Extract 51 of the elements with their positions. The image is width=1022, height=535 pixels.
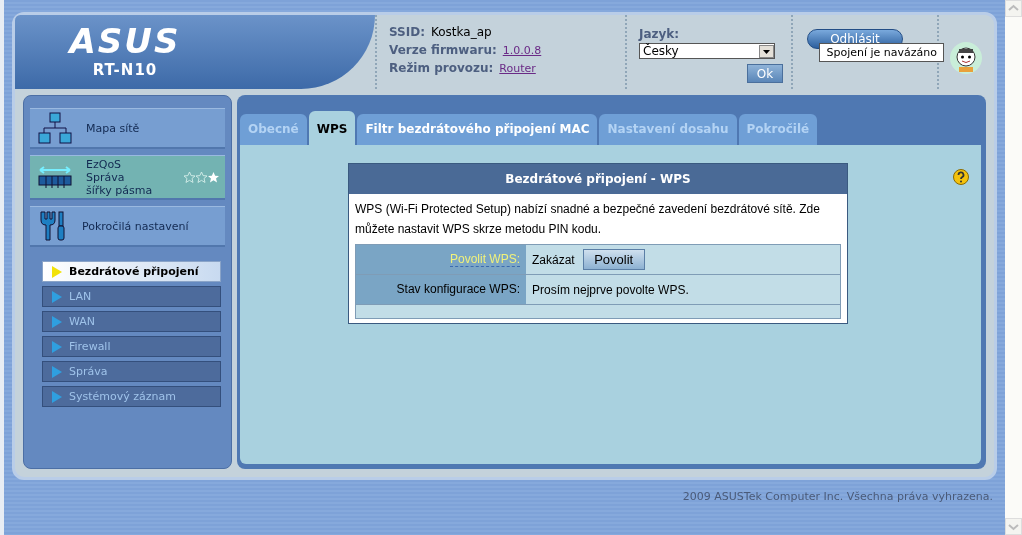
nav-label: Mapa sítě [86, 121, 140, 135]
help-icon[interactable] [953, 169, 969, 185]
triangle-icon [52, 390, 62, 403]
star-icon [208, 172, 219, 183]
enable-button[interactable]: Povolit [582, 249, 645, 270]
star-icon [196, 172, 207, 183]
scrollbar[interactable] [1005, 0, 1022, 535]
info-value: Kostka_ap [431, 25, 492, 39]
triangle-icon [52, 265, 62, 278]
panel-title: Bezdrátové připojení - WPS [349, 164, 847, 194]
scroll-up-icon[interactable] [1005, 0, 1022, 17]
model-name: RT-N10 [92, 61, 158, 79]
tools-icon [38, 210, 68, 242]
submenu-item[interactable]: Bezdrátové připojení [42, 261, 221, 282]
status-value: Prosím nejprve povolte WPS. [532, 282, 689, 297]
triangle-icon [52, 365, 62, 378]
submenu-item[interactable]: WAN [42, 311, 221, 332]
network-map-icon [38, 112, 72, 144]
star-icon [184, 172, 195, 183]
nav-item[interactable]: EzQoS Správa šířky pásma [30, 155, 225, 200]
triangle-icon [52, 340, 62, 353]
nav-label: Pokročilá nastavení [82, 219, 189, 233]
info-link[interactable]: 1.0.0.8 [502, 44, 542, 57]
nav-label: EzQoS Správa šířky pásma [86, 157, 153, 197]
language-label: Jazyk: [639, 27, 681, 41]
scroll-down-icon[interactable] [1005, 518, 1022, 535]
table-label-cell: Povolit WPS: [356, 245, 526, 274]
table-label-cell: Stav konfigurace WPS: [356, 275, 526, 304]
copyright-text: 2009 ASUSTek Computer Inc. Všechna práva vyhrazena. [681, 489, 994, 503]
submenu-item[interactable]: Firewall [42, 336, 221, 357]
connection-tooltip: Spojení je navázáno [819, 43, 944, 62]
panel-description: WPS (Wi-Fi Protected Setup) nabízí snadné a bezpečné zavedení bezdrátové sítě. Zde můžete nastavit WPS skrze metodu PIN kodu. [354, 201, 821, 238]
brand-logo: ASUS [69, 21, 181, 61]
triangle-icon [52, 290, 62, 303]
bandwidth-icon [38, 164, 72, 190]
info-label: Režim provozu: [389, 61, 494, 75]
nav-item[interactable]: Pokročilá nastavení [30, 206, 225, 247]
submenu-item[interactable]: LAN [42, 286, 221, 307]
triangle-icon [52, 315, 62, 328]
language-dropdown[interactable]: Česky [639, 43, 775, 59]
tab[interactable]: WPS [308, 111, 356, 145]
info-label: Verze firmwaru: [389, 43, 497, 57]
tab[interactable]: Filtr bezdrátového připojení MAC [357, 114, 598, 145]
ok-button[interactable]: Ok [747, 64, 783, 83]
nav-item[interactable]: Mapa sítě [30, 108, 225, 149]
status-value: Zakázat [532, 252, 575, 267]
info-link[interactable]: Router [499, 62, 536, 75]
status-avatar-icon [949, 41, 983, 75]
submenu-item[interactable]: Správa [42, 361, 221, 382]
submenu-item[interactable]: Systémový záznam [42, 386, 221, 407]
info-label: SSID: [389, 25, 425, 39]
